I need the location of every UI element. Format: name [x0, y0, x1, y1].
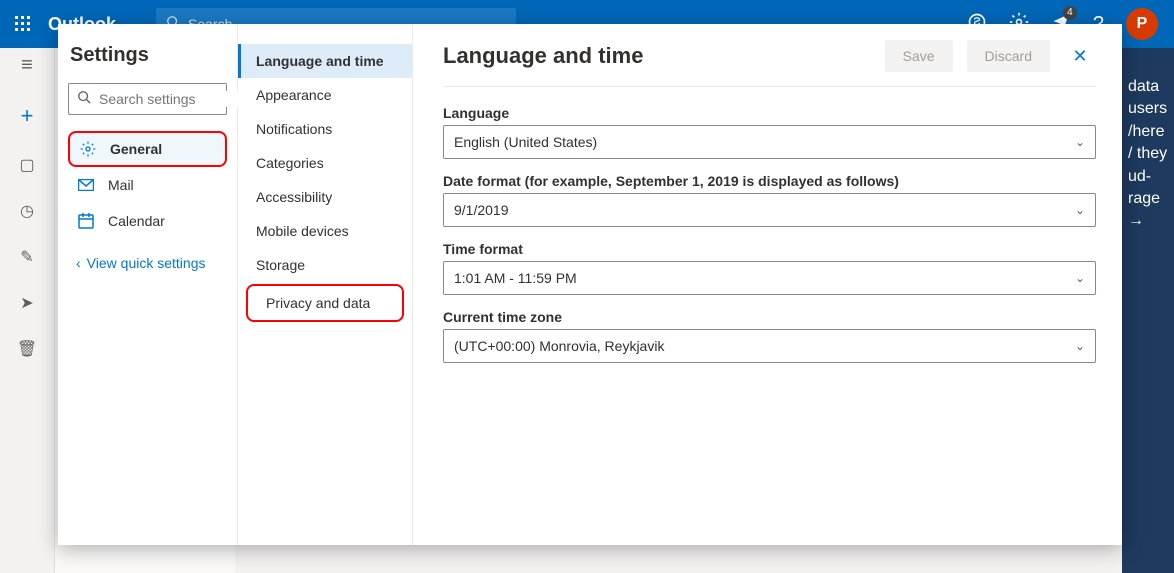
nav-label: Mail [108, 177, 134, 193]
calendar-icon [76, 213, 96, 229]
panel-title: Language and time [443, 43, 643, 69]
field-language: Language English (United States) ⌄ [443, 105, 1096, 159]
compose-icon[interactable]: + [21, 103, 34, 129]
panel-header: Language and time Save Discard ✕ [443, 40, 1096, 87]
chevron-down-icon: ⌄ [1075, 339, 1085, 353]
subnav-language-time[interactable]: Language and time [238, 44, 412, 78]
subnav-privacy-data[interactable]: Privacy and data [246, 284, 404, 322]
chevron-down-icon: ⌄ [1075, 135, 1085, 149]
chevron-down-icon: ⌄ [1075, 271, 1085, 285]
subnav-categories[interactable]: Categories [238, 146, 412, 180]
nav-label: General [110, 141, 162, 157]
field-label: Current time zone [443, 309, 1096, 325]
view-quick-label: View quick settings [87, 255, 206, 271]
inbox-icon[interactable]: ▢ [19, 155, 34, 175]
search-icon [77, 90, 91, 109]
subnav-mobile-devices[interactable]: Mobile devices [238, 214, 412, 248]
select-value: English (United States) [454, 134, 597, 150]
chevron-down-icon: ⌄ [1075, 203, 1085, 217]
delete-icon[interactable]: 🗑 [17, 339, 37, 359]
field-label: Date format (for example, September 1, 2… [443, 173, 1096, 189]
settings-modal: Settings General Mail Calendar ‹ [58, 24, 1122, 545]
view-quick-settings[interactable]: ‹ View quick settings [68, 239, 227, 287]
clock-icon[interactable]: ◷ [20, 201, 34, 221]
time-format-select[interactable]: 1:01 AM - 11:59 PM ⌄ [443, 261, 1096, 295]
hamburger-icon[interactable]: ≡ [21, 54, 33, 77]
notification-badge: 4 [1063, 6, 1077, 20]
nav-calendar[interactable]: Calendar [68, 203, 227, 239]
select-value: 9/1/2019 [454, 202, 509, 218]
draft-icon[interactable]: ✎ [20, 247, 33, 267]
left-rail: ≡ + ▢ ◷ ✎ ➤ 🗑 [0, 48, 55, 573]
subnav-storage[interactable]: Storage [238, 248, 412, 282]
sent-icon[interactable]: ➤ [20, 293, 33, 313]
chevron-left-icon: ‹ [76, 255, 81, 271]
select-value: (UTC+00:00) Monrovia, Reykjavik [454, 338, 664, 354]
settings-panel: Language and time Save Discard ✕ Languag… [413, 24, 1122, 545]
gear-icon [78, 141, 98, 157]
select-value: 1:01 AM - 11:59 PM [454, 270, 577, 286]
mail-icon [76, 179, 96, 191]
timezone-select[interactable]: (UTC+00:00) Monrovia, Reykjavik ⌄ [443, 329, 1096, 363]
language-select[interactable]: English (United States) ⌄ [443, 125, 1096, 159]
field-label: Language [443, 105, 1096, 121]
nav-general[interactable]: General [68, 131, 227, 167]
field-time-format: Time format 1:01 AM - 11:59 PM ⌄ [443, 241, 1096, 295]
settings-subnav-col: Language and time Appearance Notificatio… [238, 24, 413, 545]
field-label: Time format [443, 241, 1096, 257]
field-timezone: Current time zone (UTC+00:00) Monrovia, … [443, 309, 1096, 363]
settings-title: Settings [68, 44, 227, 67]
subnav-appearance[interactable]: Appearance [238, 78, 412, 112]
settings-nav-col: Settings General Mail Calendar ‹ [58, 24, 238, 545]
app-launcher-icon[interactable] [8, 16, 38, 32]
subnav-notifications[interactable]: Notifications [238, 112, 412, 146]
date-format-select[interactable]: 9/1/2019 ⌄ [443, 193, 1096, 227]
close-icon[interactable]: ✕ [1064, 46, 1096, 67]
subnav-accessibility[interactable]: Accessibility [238, 180, 412, 214]
nav-label: Calendar [108, 213, 165, 229]
discard-button[interactable]: Discard [967, 40, 1050, 72]
nav-mail[interactable]: Mail [68, 167, 227, 203]
save-button[interactable]: Save [885, 40, 953, 72]
settings-search[interactable] [68, 83, 227, 115]
promo-sidebar: data users /here / they ud- rage → [1122, 48, 1174, 573]
field-date-format: Date format (for example, September 1, 2… [443, 173, 1096, 227]
avatar[interactable]: P [1126, 8, 1158, 40]
